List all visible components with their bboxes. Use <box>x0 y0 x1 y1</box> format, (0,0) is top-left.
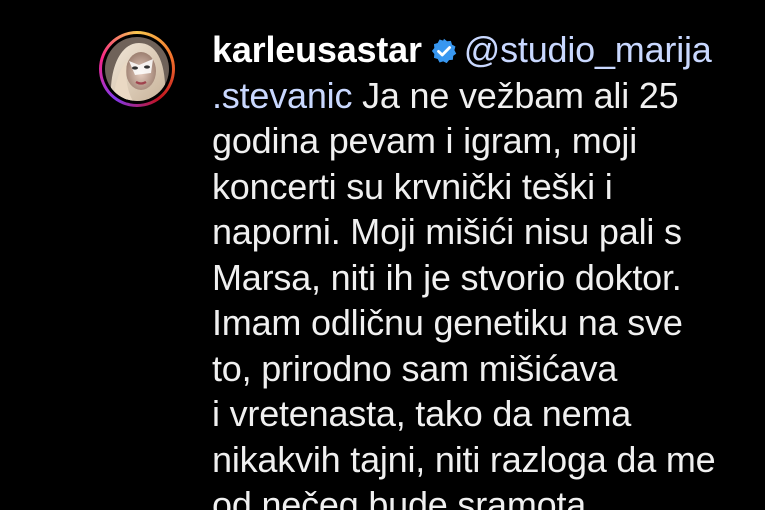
mention-link-part2[interactable]: .stevanic <box>212 75 352 116</box>
comment-line: godina pevam i igram, moji <box>212 120 637 161</box>
verified-badge-icon <box>431 38 457 64</box>
comment-line: .stevanic Ja ne vežbam ali 25 <box>212 73 757 119</box>
username-link[interactable]: karleusastar <box>212 29 422 70</box>
comment-line: Marsa, niti ih je stvorio doktor. <box>212 256 682 298</box>
comment-header-line: karleusastar @studio_marija <box>212 27 757 73</box>
mention-link-part1[interactable]: @studio_marija <box>464 29 712 70</box>
story-ring[interactable] <box>99 31 175 107</box>
comment-line: od nečeg bude sramota. <box>212 484 596 510</box>
comment-line: i vretenasta, tako da nema <box>212 393 632 434</box>
comment-line: nikakvih tajni, niti razloga da me <box>212 438 716 480</box>
comment-text-block: karleusastar @studio_marija .stevanic Ja… <box>212 27 757 510</box>
comment-line: Imam odličnu genetiku na sve <box>212 302 683 343</box>
instagram-comment: karleusastar @studio_marija .stevanic Ja… <box>0 0 765 510</box>
comment-line: naporni. Moji mišići nisu pali s <box>212 211 682 252</box>
comment-line: to, prirodno sam mišićava <box>212 347 618 389</box>
avatar-border <box>102 34 172 104</box>
comment-line: koncerti su krvnički teški i <box>212 165 613 207</box>
comment-text: Ja ne vežbam ali 25 <box>352 74 679 116</box>
avatar[interactable] <box>105 37 169 101</box>
